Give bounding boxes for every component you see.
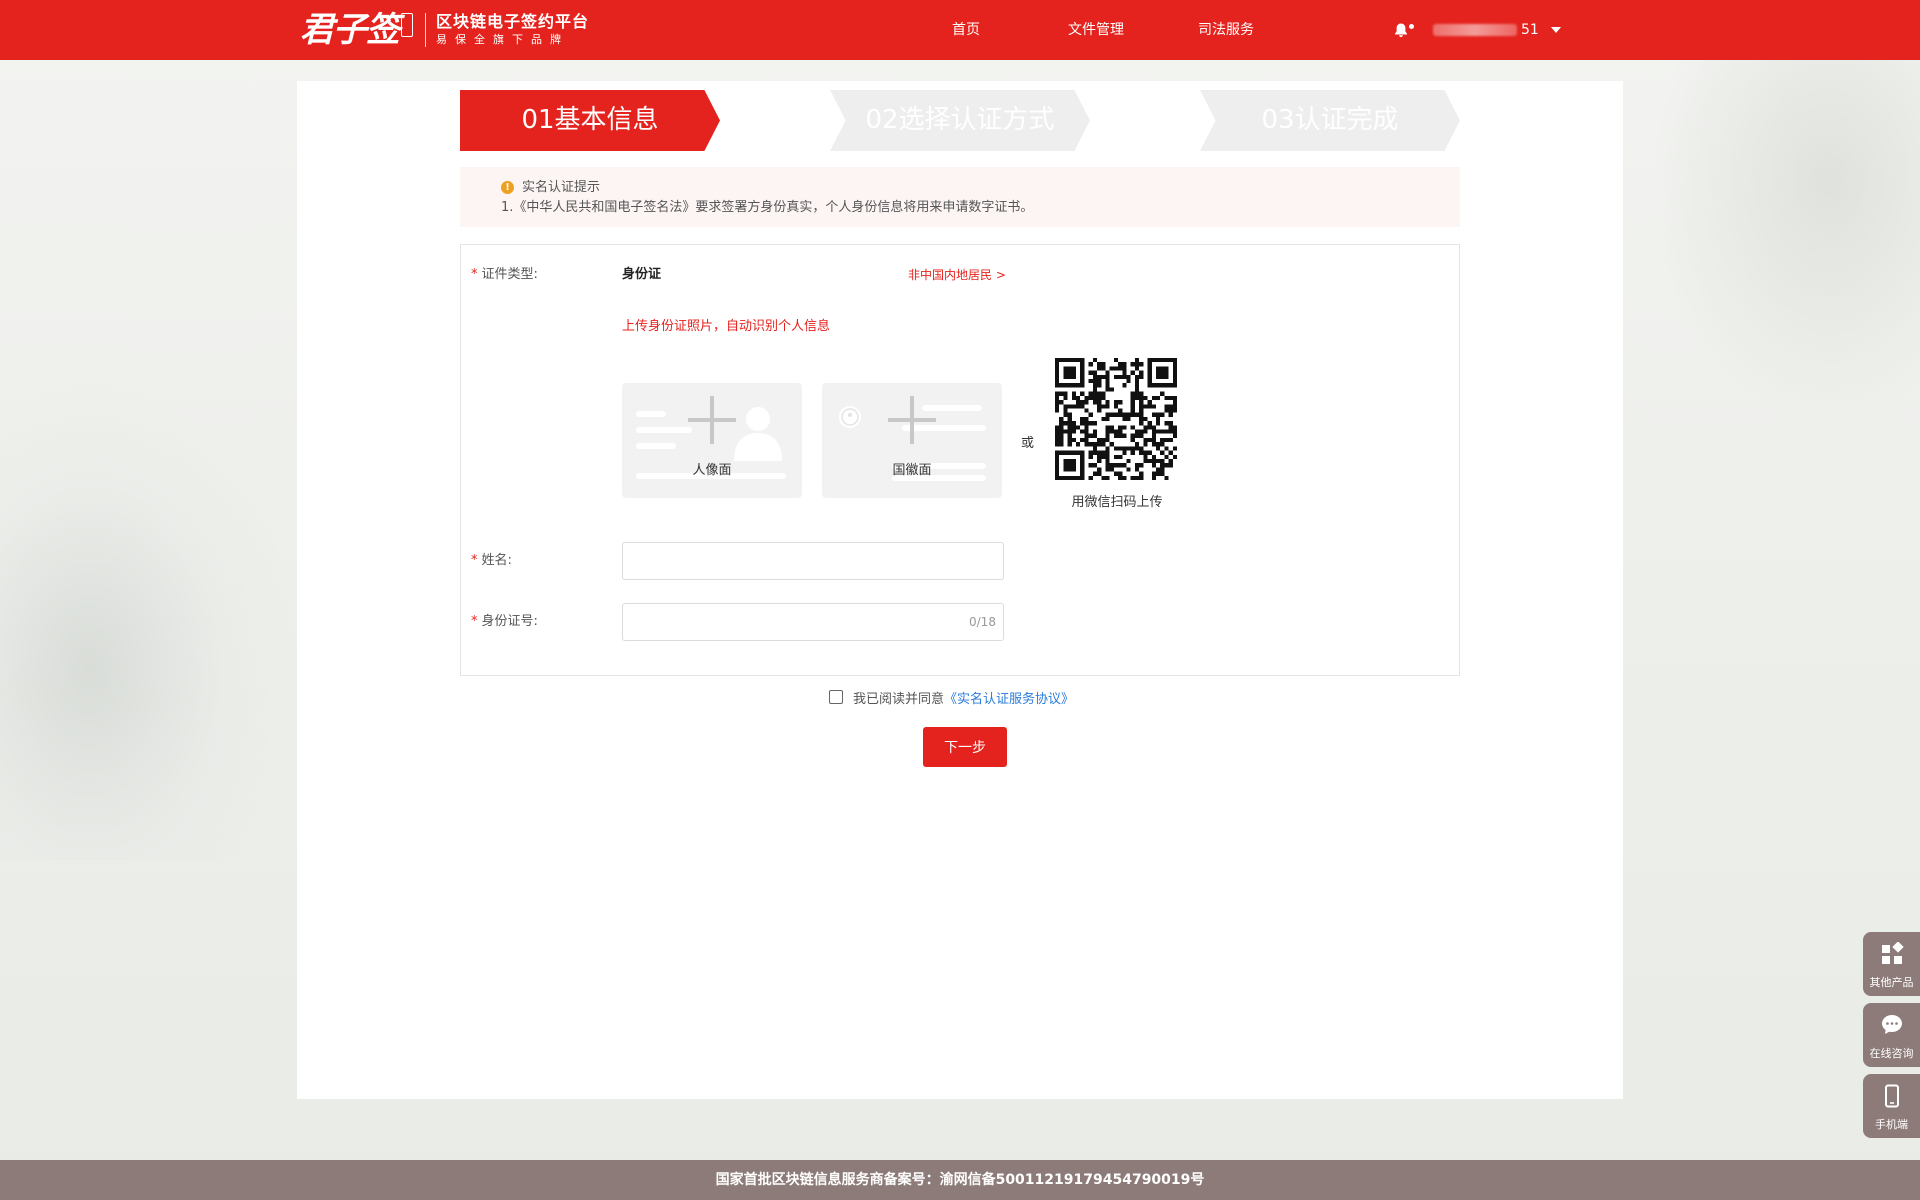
upload-card-front[interactable]: 人像面: [622, 383, 802, 498]
side-label-mobile: 手机端: [1875, 1118, 1908, 1131]
next-button[interactable]: 下一步: [923, 727, 1007, 767]
online-consult-widget[interactable]: 在线咨询: [1863, 1003, 1920, 1067]
name-input[interactable]: [622, 542, 1004, 580]
logo-seal-icon: [401, 13, 413, 37]
chevron-down-icon: [1550, 27, 1561, 33]
upload-hint: 上传身份证照片，自动识别个人信息: [622, 319, 831, 334]
qr-code[interactable]: [1055, 358, 1177, 480]
card-line: [636, 443, 676, 449]
notice-text: 1.《中华人民共和国电子签名法》要求签署方身份真实，个人身份信息将用来申请数字证…: [501, 200, 1034, 215]
other-products-widget[interactable]: 其他产品: [1863, 932, 1920, 996]
step-complete: 03认证完成: [1200, 90, 1460, 151]
id-number-counter: 0/18: [969, 615, 996, 629]
grid-apps-icon: [1882, 942, 1904, 964]
bell-icon[interactable]: [1393, 22, 1409, 38]
id-type-label: * 证件类型:: [471, 267, 538, 282]
agreement-row: 我已阅读并同意 《实名认证服务协议》: [829, 687, 1074, 707]
nav-home[interactable]: 首页: [952, 0, 980, 60]
nav-judicial-service[interactable]: 司法服务: [1198, 0, 1254, 60]
non-mainland-link[interactable]: 非中国内地居民 >: [908, 265, 1006, 285]
plus-icon: [910, 396, 914, 444]
name-label: * 姓名:: [471, 553, 512, 568]
national-emblem-icon: [839, 406, 861, 428]
logo-divider: [425, 13, 426, 47]
real-name-notice: ! 实名认证提示 1.《中华人民共和国电子签名法》要求签署方身份真实，个人身份信…: [460, 167, 1460, 227]
card-back-label: 国徽面: [892, 463, 932, 478]
user-name-masked: [1433, 24, 1517, 36]
side-label-products: 其他产品: [1869, 976, 1914, 989]
mobile-widget[interactable]: 手机端: [1863, 1074, 1920, 1138]
background-hills: [0, 380, 300, 860]
id-type-value: 身份证: [622, 267, 662, 282]
id-number-label: * 身份证号:: [471, 614, 538, 629]
card-line: [922, 405, 982, 411]
card-line: [636, 411, 666, 417]
agreement-checkbox[interactable]: [829, 690, 843, 704]
main-panel: 01基本信息 02选择认证方式 03认证完成 ! 实名认证提示 1.《中华人民共…: [297, 81, 1623, 1099]
top-header: 君子签 区块链电子签约平台 易保全旗下品牌 首页 文件管理 司法服务 51: [0, 0, 1920, 60]
background-bamboo: [1620, 60, 1920, 460]
card-line: [902, 425, 986, 431]
step-progress: 01基本信息 02选择认证方式 03认证完成: [460, 90, 1460, 151]
card-front-label: 人像面: [692, 463, 732, 478]
step-basic-info: 01基本信息: [460, 90, 720, 151]
logo-subtitle: 易保全旗下品牌: [436, 33, 569, 46]
agreement-link[interactable]: 《实名认证服务协议》: [944, 688, 1074, 707]
side-label-consult: 在线咨询: [1869, 1047, 1914, 1060]
plus-icon: [710, 396, 714, 444]
mobile-phone-icon: [1885, 1084, 1899, 1108]
nav-file-management[interactable]: 文件管理: [1068, 0, 1124, 60]
logo-main-text: 君子签: [300, 10, 400, 50]
portrait-silhouette-icon: [734, 407, 782, 461]
logo-text: 区块链电子签约平台 易保全旗下品牌: [436, 12, 589, 48]
id-number-input[interactable]: [622, 603, 1004, 641]
logo-title: 区块链电子签约平台: [436, 12, 590, 31]
footer-record: 国家首批区块链信息服务商备案号：渝网信备50011219179454790019…: [0, 1160, 1920, 1200]
notification-dot: [1409, 24, 1414, 29]
warning-icon: !: [501, 181, 514, 194]
chat-bubble-icon: [1882, 1015, 1902, 1034]
qr-caption: 用微信扫码上传: [1071, 495, 1163, 510]
upload-card-back[interactable]: 国徽面: [822, 383, 1002, 498]
card-line: [636, 427, 692, 433]
id-form: * 证件类型: 身份证 非中国内地居民 > 上传身份证照片，自动识别个人信息 人像…: [460, 244, 1460, 676]
step-choose-method: 02选择认证方式: [830, 90, 1090, 151]
notice-title: 实名认证提示: [522, 180, 601, 195]
logo[interactable]: 君子签 区块链电子签约平台 易保全旗下品牌: [300, 8, 589, 52]
user-name-suffix: 51: [1521, 22, 1539, 38]
or-text: 或: [1021, 436, 1035, 451]
agreement-text: 我已阅读并同意: [853, 691, 945, 707]
user-menu[interactable]: 51: [1433, 0, 1561, 60]
